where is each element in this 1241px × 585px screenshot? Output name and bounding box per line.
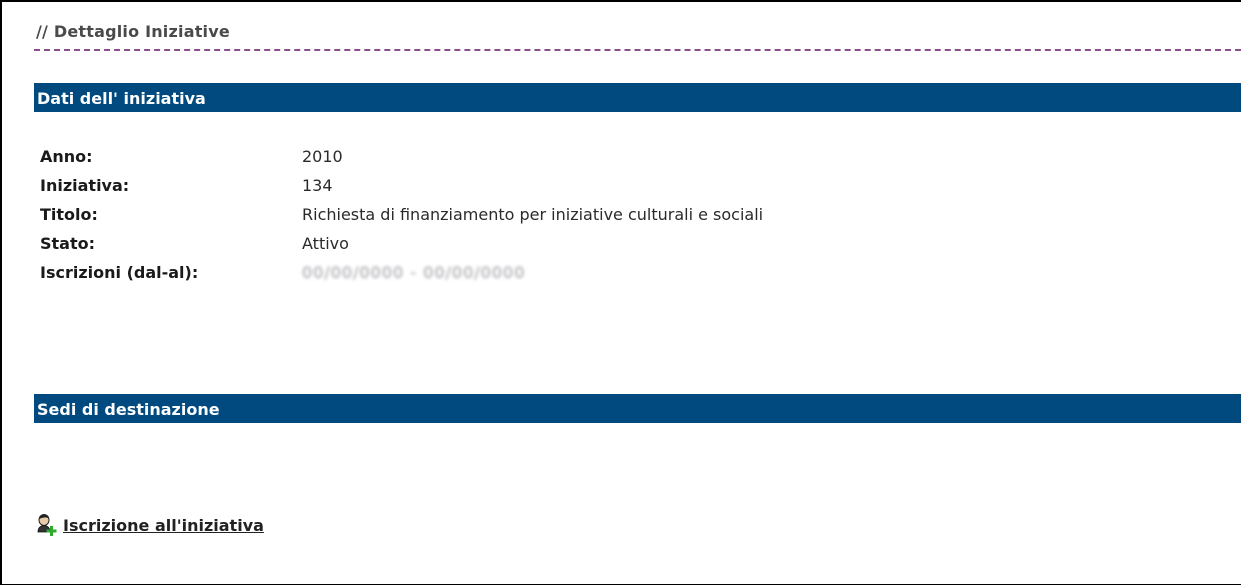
field-label: Stato:	[40, 234, 96, 253]
field-label: Anno:	[40, 147, 93, 166]
field-value: Richiesta di finanziamento per iniziativ…	[302, 205, 764, 224]
section-header-sedi-destinazione: Sedi di destinazione	[34, 394, 1241, 423]
field-label: Iscrizioni (dal-al):	[40, 263, 199, 282]
iscrizione-action[interactable]: Iscrizione all'iniziativa	[37, 513, 264, 537]
page-title: // Dettaglio Iniziative	[36, 22, 230, 41]
field-value-redacted: 00/00/0000 - 00/00/0000	[302, 263, 526, 282]
field-label: Titolo:	[40, 205, 98, 224]
field-value: Attivo	[302, 234, 349, 253]
page-header: // Dettaglio Iniziative	[34, 19, 1241, 51]
section-header-dati-iniziativa: Dati dell' iniziativa	[34, 83, 1241, 112]
user-add-icon[interactable]	[37, 513, 59, 537]
page-frame: // Dettaglio Iniziative Dati dell' inizi…	[0, 0, 1241, 585]
field-value: 2010	[302, 147, 343, 166]
field-label: Iniziativa:	[40, 176, 130, 195]
field-value: 134	[302, 176, 333, 195]
iscrizione-link[interactable]: Iscrizione all'iniziativa	[63, 516, 264, 535]
